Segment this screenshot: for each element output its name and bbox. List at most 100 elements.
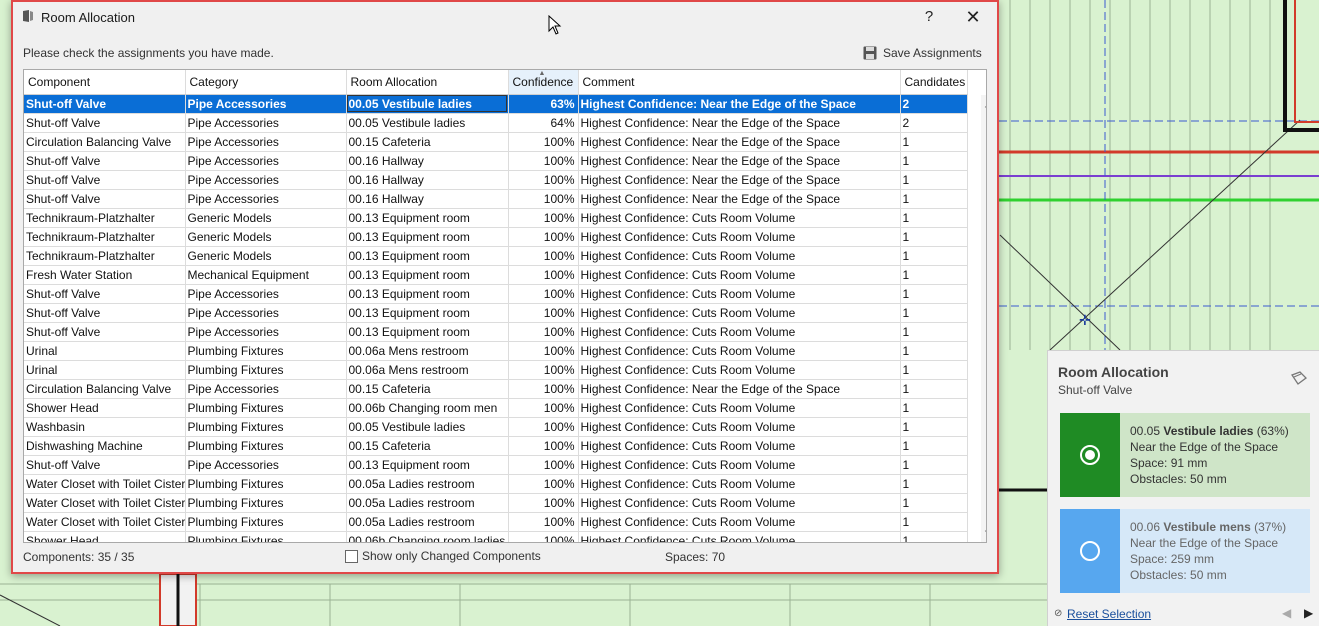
cell-candidates[interactable]: 1: [900, 398, 968, 418]
cell-comment[interactable]: Highest Confidence: Near the Edge of the…: [578, 113, 901, 133]
cell-component[interactable]: Shut-off Valve: [24, 455, 186, 475]
cell-room-allocation[interactable]: 00.13 Equipment room: [346, 322, 509, 342]
cell-candidates[interactable]: 1: [900, 474, 968, 494]
radio-selected-icon[interactable]: [1080, 445, 1100, 465]
cell-comment[interactable]: Highest Confidence: Near the Edge of the…: [578, 189, 901, 209]
cell-comment[interactable]: Highest Confidence: Cuts Room Volume: [578, 341, 901, 361]
cell-component[interactable]: Water Closet with Toilet Cistern: [24, 493, 186, 513]
table-row[interactable]: Technikraum-Platzhalter Generic Models 00.…: [24, 227, 968, 247]
scroll-up-icon[interactable]: ︿: [981, 95, 987, 111]
cell-category[interactable]: Pipe Accessories: [185, 113, 347, 133]
room-option-2[interactable]: 00.06 Vestibule mens (37%) Near the Edge…: [1060, 509, 1310, 593]
radio-unselected-icon[interactable]: [1080, 541, 1100, 561]
cell-category[interactable]: Pipe Accessories: [185, 189, 347, 209]
cell-component[interactable]: Shut-off Valve: [24, 322, 186, 342]
cell-room-allocation[interactable]: 00.13 Equipment room: [346, 227, 509, 247]
table-row[interactable]: Shut-off Valve Pipe Accessories 00.16 Hall…: [24, 151, 968, 171]
cell-candidates[interactable]: 1: [900, 303, 968, 323]
cell-comment[interactable]: Highest Confidence: Cuts Room Volume: [578, 265, 901, 285]
table-row[interactable]: Shut-off Valve Pipe Accessories 00.16 Hall…: [24, 189, 968, 209]
cell-confidence[interactable]: 100%: [508, 265, 579, 285]
table-row[interactable]: Circulation Balancing Valve Pipe Accessor…: [24, 132, 968, 152]
room-option-1[interactable]: 00.05 Vestibule ladies (63%) Near the Ed…: [1060, 413, 1310, 497]
cell-candidates[interactable]: 1: [900, 246, 968, 266]
cell-component[interactable]: Water Closet with Toilet Cistern: [24, 512, 186, 532]
cell-component[interactable]: Urinal: [24, 360, 186, 380]
cell-comment[interactable]: Highest Confidence: Cuts Room Volume: [578, 246, 901, 266]
cell-confidence[interactable]: 100%: [508, 132, 579, 152]
cell-comment[interactable]: Highest Confidence: Cuts Room Volume: [578, 208, 901, 228]
column-header-room-allocation[interactable]: Room Allocation: [346, 70, 509, 95]
cell-room-allocation[interactable]: 00.16 Hallway: [346, 170, 509, 190]
cell-category[interactable]: Plumbing Fixtures: [185, 417, 347, 437]
cell-room-allocation[interactable]: 00.13 Equipment room: [346, 284, 509, 304]
cell-component[interactable]: Shut-off Valve: [24, 303, 186, 323]
cell-component[interactable]: Water Closet with Toilet Cistern: [24, 474, 186, 494]
cell-category[interactable]: Generic Models: [185, 246, 347, 266]
table-row[interactable]: Water Closet with Toilet Cistern Plumbing…: [24, 512, 968, 532]
cell-category[interactable]: Pipe Accessories: [185, 303, 347, 323]
room-option-1-radio-area[interactable]: [1060, 413, 1120, 497]
cell-category[interactable]: Pipe Accessories: [185, 132, 347, 152]
cell-component[interactable]: Shut-off Valve: [24, 284, 186, 304]
reset-selection-link[interactable]: Reset Selection: [1067, 607, 1151, 621]
cell-category[interactable]: Plumbing Fixtures: [185, 512, 347, 532]
cell-component[interactable]: Dishwashing Machine: [24, 436, 186, 456]
cell-comment[interactable]: Highest Confidence: Near the Edge of the…: [578, 132, 901, 152]
cell-category[interactable]: Pipe Accessories: [185, 170, 347, 190]
cell-room-allocation[interactable]: 00.13 Equipment room: [346, 246, 509, 266]
cell-category[interactable]: Plumbing Fixtures: [185, 436, 347, 456]
cell-candidates[interactable]: 1: [900, 322, 968, 342]
cell-comment[interactable]: Highest Confidence: Near the Edge of the…: [578, 379, 901, 399]
cell-candidates[interactable]: 1: [900, 436, 968, 456]
table-row[interactable]: Water Closet with Toilet Cistern Plumbing…: [24, 493, 968, 513]
cell-comment[interactable]: Highest Confidence: Cuts Room Volume: [578, 493, 901, 513]
table-row[interactable]: Shut-off Valve Pipe Accessories 00.13 Equi…: [24, 455, 968, 475]
cell-component[interactable]: Circulation Balancing Valve: [24, 379, 186, 399]
cell-comment[interactable]: Highest Confidence: Near the Edge of the…: [578, 151, 901, 171]
cell-room-allocation[interactable]: 00.13 Equipment room: [346, 208, 509, 228]
table-row[interactable]: Shut-off Valve Pipe Accessories 00.05 Vest…: [24, 94, 968, 114]
cell-comment[interactable]: Highest Confidence: Cuts Room Volume: [578, 322, 901, 342]
cell-confidence[interactable]: 100%: [508, 189, 579, 209]
cell-comment[interactable]: Highest Confidence: Cuts Room Volume: [578, 455, 901, 475]
column-header-comment[interactable]: Comment: [578, 70, 901, 95]
cell-candidates[interactable]: 1: [900, 132, 968, 152]
cell-confidence[interactable]: 100%: [508, 398, 579, 418]
cell-room-allocation[interactable]: 00.06a Mens restroom: [346, 341, 509, 361]
cell-candidates[interactable]: 2: [900, 113, 968, 133]
cell-confidence[interactable]: 100%: [508, 436, 579, 456]
cell-room-allocation[interactable]: 00.05a Ladies restroom: [346, 493, 509, 513]
cell-component[interactable]: Shower Head: [24, 531, 186, 542]
cell-room-allocation[interactable]: 00.05 Vestibule ladies: [346, 94, 509, 114]
table-row[interactable]: Shower Head Plumbing Fixtures 00.06b Chang…: [24, 531, 968, 542]
cell-comment[interactable]: Highest Confidence: Cuts Room Volume: [578, 531, 901, 542]
table-row[interactable]: Fresh Water Station Mechanical Equipment 0…: [24, 265, 968, 285]
cell-comment[interactable]: Highest Confidence: Cuts Room Volume: [578, 417, 901, 437]
cell-room-allocation[interactable]: 00.15 Cafeteria: [346, 436, 509, 456]
table-row[interactable]: Water Closet with Toilet Cistern Plumbing…: [24, 474, 968, 494]
cell-candidates[interactable]: 1: [900, 531, 968, 542]
table-row[interactable]: Shut-off Valve Pipe Accessories 00.13 Equi…: [24, 303, 968, 323]
next-arrow-icon[interactable]: ▶: [1304, 606, 1313, 620]
cell-room-allocation[interactable]: 00.16 Hallway: [346, 151, 509, 171]
cell-room-allocation[interactable]: 00.05a Ladies restroom: [346, 512, 509, 532]
table-row[interactable]: Washbasin Plumbing Fixtures 00.05 Vestibul…: [24, 417, 968, 437]
cell-component[interactable]: Shut-off Valve: [24, 189, 186, 209]
cell-component[interactable]: Shut-off Valve: [24, 170, 186, 190]
show-changed-checkbox[interactable]: [345, 549, 358, 563]
cell-room-allocation[interactable]: 00.06b Changing room men: [346, 398, 509, 418]
cell-component[interactable]: Fresh Water Station: [24, 265, 186, 285]
cell-room-allocation[interactable]: 00.06a Mens restroom: [346, 360, 509, 380]
cell-component[interactable]: Shut-off Valve: [24, 151, 186, 171]
cell-room-allocation[interactable]: 00.15 Cafeteria: [346, 379, 509, 399]
cell-confidence[interactable]: 64%: [508, 113, 579, 133]
cell-comment[interactable]: Highest Confidence: Cuts Room Volume: [578, 398, 901, 418]
cell-candidates[interactable]: 1: [900, 284, 968, 304]
cell-confidence[interactable]: 100%: [508, 284, 579, 304]
cell-confidence[interactable]: 100%: [508, 227, 579, 247]
cell-category[interactable]: Pipe Accessories: [185, 379, 347, 399]
cell-confidence[interactable]: 100%: [508, 379, 579, 399]
cell-category[interactable]: Pipe Accessories: [185, 284, 347, 304]
scroll-down-icon[interactable]: ﹀: [981, 527, 987, 542]
